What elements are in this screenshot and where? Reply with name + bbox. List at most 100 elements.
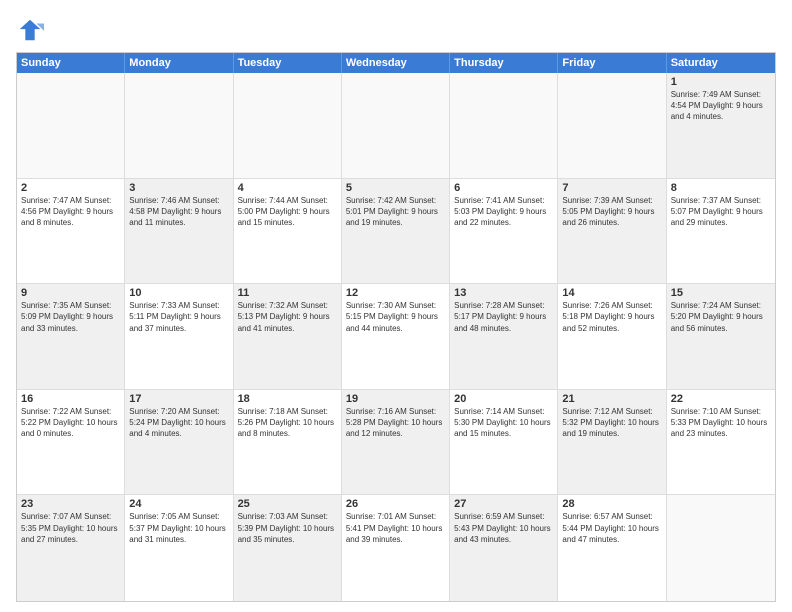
day-number: 20 xyxy=(454,393,553,405)
calendar-cell: 15Sunrise: 7:24 AM Sunset: 5:20 PM Dayli… xyxy=(667,284,775,389)
day-info: Sunrise: 7:03 AM Sunset: 5:39 PM Dayligh… xyxy=(238,511,337,545)
logo xyxy=(16,16,48,44)
day-info: Sunrise: 7:10 AM Sunset: 5:33 PM Dayligh… xyxy=(671,406,771,440)
day-info: Sunrise: 6:59 AM Sunset: 5:43 PM Dayligh… xyxy=(454,511,553,545)
calendar-row: 1Sunrise: 7:49 AM Sunset: 4:54 PM Daylig… xyxy=(17,73,775,179)
cal-header-day: Thursday xyxy=(450,53,558,73)
calendar-cell: 8Sunrise: 7:37 AM Sunset: 5:07 PM Daylig… xyxy=(667,179,775,284)
day-number: 10 xyxy=(129,287,228,299)
calendar-cell: 7Sunrise: 7:39 AM Sunset: 5:05 PM Daylig… xyxy=(558,179,666,284)
cal-header-day: Monday xyxy=(125,53,233,73)
day-info: Sunrise: 7:39 AM Sunset: 5:05 PM Dayligh… xyxy=(562,195,661,229)
day-number: 3 xyxy=(129,182,228,194)
day-info: Sunrise: 7:07 AM Sunset: 5:35 PM Dayligh… xyxy=(21,511,120,545)
day-number: 13 xyxy=(454,287,553,299)
calendar-cell xyxy=(125,73,233,178)
calendar-cell xyxy=(450,73,558,178)
day-number: 1 xyxy=(671,76,771,88)
cal-header-day: Sunday xyxy=(17,53,125,73)
day-info: Sunrise: 7:41 AM Sunset: 5:03 PM Dayligh… xyxy=(454,195,553,229)
day-info: Sunrise: 7:16 AM Sunset: 5:28 PM Dayligh… xyxy=(346,406,445,440)
day-number: 2 xyxy=(21,182,120,194)
calendar-cell: 18Sunrise: 7:18 AM Sunset: 5:26 PM Dayli… xyxy=(234,390,342,495)
logo-icon xyxy=(16,16,44,44)
day-info: Sunrise: 7:18 AM Sunset: 5:26 PM Dayligh… xyxy=(238,406,337,440)
calendar-cell: 23Sunrise: 7:07 AM Sunset: 5:35 PM Dayli… xyxy=(17,495,125,601)
day-info: Sunrise: 7:47 AM Sunset: 4:56 PM Dayligh… xyxy=(21,195,120,229)
day-number: 15 xyxy=(671,287,771,299)
day-number: 19 xyxy=(346,393,445,405)
cal-header-day: Wednesday xyxy=(342,53,450,73)
calendar-cell: 28Sunrise: 6:57 AM Sunset: 5:44 PM Dayli… xyxy=(558,495,666,601)
day-info: Sunrise: 7:01 AM Sunset: 5:41 PM Dayligh… xyxy=(346,511,445,545)
calendar-cell: 14Sunrise: 7:26 AM Sunset: 5:18 PM Dayli… xyxy=(558,284,666,389)
cal-header-day: Tuesday xyxy=(234,53,342,73)
calendar-cell: 3Sunrise: 7:46 AM Sunset: 4:58 PM Daylig… xyxy=(125,179,233,284)
day-number: 14 xyxy=(562,287,661,299)
calendar-cell: 16Sunrise: 7:22 AM Sunset: 5:22 PM Dayli… xyxy=(17,390,125,495)
calendar-cell xyxy=(342,73,450,178)
calendar-cell: 5Sunrise: 7:42 AM Sunset: 5:01 PM Daylig… xyxy=(342,179,450,284)
day-info: Sunrise: 7:42 AM Sunset: 5:01 PM Dayligh… xyxy=(346,195,445,229)
calendar-row: 16Sunrise: 7:22 AM Sunset: 5:22 PM Dayli… xyxy=(17,390,775,496)
calendar-cell: 26Sunrise: 7:01 AM Sunset: 5:41 PM Dayli… xyxy=(342,495,450,601)
calendar-row: 9Sunrise: 7:35 AM Sunset: 5:09 PM Daylig… xyxy=(17,284,775,390)
day-info: Sunrise: 7:26 AM Sunset: 5:18 PM Dayligh… xyxy=(562,300,661,334)
day-info: Sunrise: 7:35 AM Sunset: 5:09 PM Dayligh… xyxy=(21,300,120,334)
day-number: 27 xyxy=(454,498,553,510)
calendar-header: SundayMondayTuesdayWednesdayThursdayFrid… xyxy=(17,53,775,73)
day-number: 11 xyxy=(238,287,337,299)
calendar-cell: 6Sunrise: 7:41 AM Sunset: 5:03 PM Daylig… xyxy=(450,179,558,284)
day-info: Sunrise: 7:37 AM Sunset: 5:07 PM Dayligh… xyxy=(671,195,771,229)
day-info: Sunrise: 7:30 AM Sunset: 5:15 PM Dayligh… xyxy=(346,300,445,334)
day-number: 22 xyxy=(671,393,771,405)
day-number: 16 xyxy=(21,393,120,405)
day-number: 17 xyxy=(129,393,228,405)
calendar-body: 1Sunrise: 7:49 AM Sunset: 4:54 PM Daylig… xyxy=(17,73,775,601)
calendar-row: 23Sunrise: 7:07 AM Sunset: 5:35 PM Dayli… xyxy=(17,495,775,601)
day-number: 9 xyxy=(21,287,120,299)
day-info: Sunrise: 7:14 AM Sunset: 5:30 PM Dayligh… xyxy=(454,406,553,440)
calendar-cell: 9Sunrise: 7:35 AM Sunset: 5:09 PM Daylig… xyxy=(17,284,125,389)
day-number: 23 xyxy=(21,498,120,510)
day-number: 5 xyxy=(346,182,445,194)
day-info: Sunrise: 7:32 AM Sunset: 5:13 PM Dayligh… xyxy=(238,300,337,334)
cal-header-day: Saturday xyxy=(667,53,775,73)
day-info: Sunrise: 7:33 AM Sunset: 5:11 PM Dayligh… xyxy=(129,300,228,334)
day-number: 28 xyxy=(562,498,661,510)
day-info: Sunrise: 7:20 AM Sunset: 5:24 PM Dayligh… xyxy=(129,406,228,440)
day-number: 25 xyxy=(238,498,337,510)
day-number: 7 xyxy=(562,182,661,194)
calendar-row: 2Sunrise: 7:47 AM Sunset: 4:56 PM Daylig… xyxy=(17,179,775,285)
calendar-cell xyxy=(234,73,342,178)
calendar-cell: 17Sunrise: 7:20 AM Sunset: 5:24 PM Dayli… xyxy=(125,390,233,495)
day-info: Sunrise: 7:12 AM Sunset: 5:32 PM Dayligh… xyxy=(562,406,661,440)
page: SundayMondayTuesdayWednesdayThursdayFrid… xyxy=(0,0,792,612)
calendar-cell: 27Sunrise: 6:59 AM Sunset: 5:43 PM Dayli… xyxy=(450,495,558,601)
day-info: Sunrise: 7:44 AM Sunset: 5:00 PM Dayligh… xyxy=(238,195,337,229)
calendar-cell: 2Sunrise: 7:47 AM Sunset: 4:56 PM Daylig… xyxy=(17,179,125,284)
calendar-cell: 21Sunrise: 7:12 AM Sunset: 5:32 PM Dayli… xyxy=(558,390,666,495)
header xyxy=(16,16,776,44)
calendar-cell: 20Sunrise: 7:14 AM Sunset: 5:30 PM Dayli… xyxy=(450,390,558,495)
calendar-cell: 12Sunrise: 7:30 AM Sunset: 5:15 PM Dayli… xyxy=(342,284,450,389)
calendar-cell: 13Sunrise: 7:28 AM Sunset: 5:17 PM Dayli… xyxy=(450,284,558,389)
day-number: 12 xyxy=(346,287,445,299)
day-number: 26 xyxy=(346,498,445,510)
calendar-cell: 25Sunrise: 7:03 AM Sunset: 5:39 PM Dayli… xyxy=(234,495,342,601)
cal-header-day: Friday xyxy=(558,53,666,73)
calendar-cell: 22Sunrise: 7:10 AM Sunset: 5:33 PM Dayli… xyxy=(667,390,775,495)
day-number: 24 xyxy=(129,498,228,510)
calendar-cell xyxy=(558,73,666,178)
day-info: Sunrise: 7:28 AM Sunset: 5:17 PM Dayligh… xyxy=(454,300,553,334)
calendar-cell: 11Sunrise: 7:32 AM Sunset: 5:13 PM Dayli… xyxy=(234,284,342,389)
calendar-cell: 10Sunrise: 7:33 AM Sunset: 5:11 PM Dayli… xyxy=(125,284,233,389)
calendar-cell: 24Sunrise: 7:05 AM Sunset: 5:37 PM Dayli… xyxy=(125,495,233,601)
day-info: Sunrise: 7:49 AM Sunset: 4:54 PM Dayligh… xyxy=(671,89,771,123)
day-info: Sunrise: 6:57 AM Sunset: 5:44 PM Dayligh… xyxy=(562,511,661,545)
day-number: 4 xyxy=(238,182,337,194)
day-number: 21 xyxy=(562,393,661,405)
calendar: SundayMondayTuesdayWednesdayThursdayFrid… xyxy=(16,52,776,602)
day-number: 6 xyxy=(454,182,553,194)
day-number: 18 xyxy=(238,393,337,405)
